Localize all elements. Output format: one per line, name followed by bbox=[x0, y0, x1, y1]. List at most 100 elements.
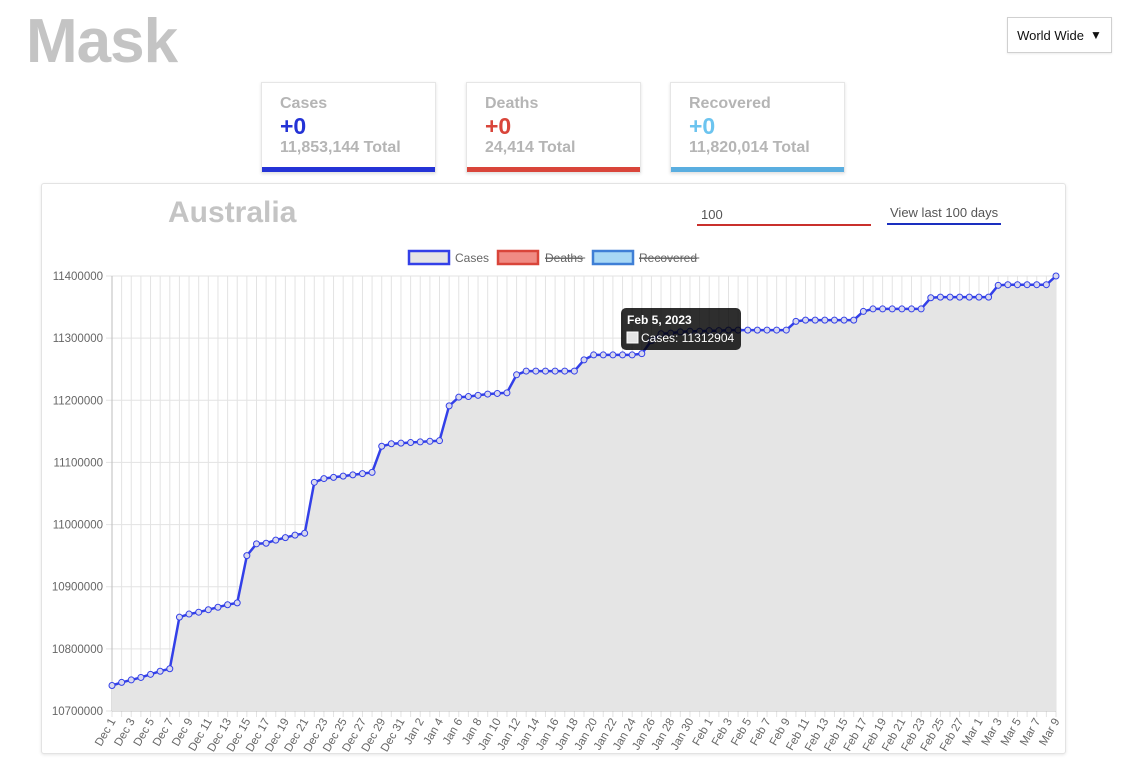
cases-point bbox=[975, 293, 983, 301]
recovered-card[interactable]: Recovered +0 11,820,014 Total bbox=[670, 82, 845, 173]
cases-point bbox=[445, 402, 453, 410]
cases-point bbox=[985, 293, 993, 301]
cases-point bbox=[387, 440, 395, 448]
cases-point bbox=[532, 367, 540, 375]
recovered-delta: +0 bbox=[689, 113, 716, 139]
cases-point bbox=[830, 316, 838, 324]
cases-point bbox=[185, 610, 193, 618]
cases-label: Cases bbox=[280, 95, 328, 112]
deaths-accent-bar bbox=[467, 167, 640, 172]
cases-point bbox=[474, 391, 482, 399]
cases-point bbox=[407, 439, 415, 447]
y-tick-label: 11400000 bbox=[53, 271, 103, 283]
cases-point bbox=[464, 393, 472, 401]
cases-point bbox=[310, 478, 318, 486]
cases-point bbox=[513, 371, 521, 379]
legend-swatch-deaths bbox=[496, 249, 540, 266]
cases-point bbox=[609, 351, 617, 359]
cases-point bbox=[416, 438, 424, 446]
cases-point bbox=[291, 531, 299, 539]
cases-point bbox=[233, 599, 241, 607]
recovered-accent-bar bbox=[671, 167, 844, 172]
y-tick-label: 11000000 bbox=[53, 520, 103, 532]
y-tick-label: 11100000 bbox=[54, 457, 103, 469]
cases-point bbox=[869, 305, 877, 313]
legend-label-cases: Cases bbox=[455, 251, 489, 265]
cases-point bbox=[850, 316, 858, 324]
cases-point bbox=[455, 393, 463, 401]
cases-point bbox=[956, 293, 964, 301]
cases-total: 11,853,144 Total bbox=[280, 139, 401, 156]
cases-point bbox=[522, 367, 530, 375]
cases-point bbox=[214, 603, 222, 611]
cases-point bbox=[811, 316, 819, 324]
chart-tooltip: Feb 5, 2023 Cases: 11312904 bbox=[621, 308, 741, 350]
deaths-card[interactable]: Deaths +0 24,414 Total bbox=[466, 82, 641, 173]
cases-point bbox=[821, 316, 829, 324]
cases-point bbox=[744, 326, 752, 334]
cases-point bbox=[156, 667, 164, 675]
cases-point bbox=[243, 552, 251, 560]
chevron-down-icon: ▼ bbox=[1090, 28, 1102, 42]
deaths-total: 24,414 Total bbox=[485, 139, 576, 156]
cases-point bbox=[590, 351, 598, 359]
y-tick-label: 11300000 bbox=[53, 333, 103, 345]
cases-point bbox=[763, 326, 771, 334]
app-title: Mask bbox=[26, 7, 178, 76]
cases-point bbox=[368, 468, 376, 476]
cases-point bbox=[1052, 272, 1060, 280]
tooltip-swatch bbox=[626, 331, 639, 344]
cases-point bbox=[493, 389, 501, 397]
deaths-label: Deaths bbox=[485, 95, 539, 112]
legend-swatch-cases bbox=[407, 249, 451, 266]
cases-point bbox=[224, 601, 232, 609]
cases-point bbox=[272, 536, 280, 544]
cases-point bbox=[936, 293, 944, 301]
region-select[interactable]: World Wide ▼ bbox=[1007, 17, 1112, 53]
cases-point bbox=[917, 305, 925, 313]
cases-point bbox=[1033, 281, 1041, 289]
cases-point bbox=[320, 475, 328, 483]
cases-point bbox=[888, 305, 896, 313]
cases-accent-bar bbox=[262, 167, 435, 172]
cases-point bbox=[580, 356, 588, 364]
tooltip-value: Cases: 11312904 bbox=[641, 331, 735, 345]
cases-point bbox=[946, 293, 954, 301]
cases-point bbox=[339, 472, 347, 480]
y-tick-label: 10700000 bbox=[52, 706, 103, 718]
legend-swatch-recovered bbox=[591, 249, 635, 266]
cases-point bbox=[541, 367, 549, 375]
cases-point bbox=[773, 326, 781, 334]
cases-point bbox=[358, 470, 366, 478]
cases-point bbox=[397, 439, 405, 447]
cases-point bbox=[859, 307, 867, 315]
cases-point bbox=[349, 471, 357, 479]
cases-point bbox=[166, 665, 174, 673]
x-tick-label: Mar 9 bbox=[1038, 717, 1063, 748]
cases-point bbox=[1023, 281, 1031, 289]
cases-point bbox=[436, 437, 444, 445]
cases-point bbox=[561, 367, 569, 375]
cases-point bbox=[908, 305, 916, 313]
cases-delta: +0 bbox=[280, 113, 307, 139]
cases-point bbox=[965, 293, 973, 301]
cases-chart: 10700000 10800000 10900000 11000000 11100000… bbox=[52, 249, 1063, 754]
cases-point bbox=[879, 305, 887, 313]
tooltip-title: Feb 5, 2023 bbox=[627, 313, 692, 327]
cases-point bbox=[252, 540, 260, 548]
cases-point bbox=[638, 350, 646, 358]
cases-point bbox=[570, 367, 578, 375]
cases-point bbox=[927, 294, 935, 302]
cases-point bbox=[898, 305, 906, 313]
cases-point bbox=[503, 389, 511, 397]
cases-card[interactable]: Cases +0 11,853,144 Total bbox=[261, 82, 436, 173]
cases-point bbox=[628, 351, 636, 359]
cases-point bbox=[262, 539, 270, 547]
cases-point bbox=[551, 367, 559, 375]
cases-point bbox=[1042, 281, 1050, 289]
cases-point bbox=[802, 316, 810, 324]
cases-point bbox=[994, 281, 1002, 289]
y-tick-label: 10800000 bbox=[52, 644, 103, 656]
cases-point bbox=[1013, 281, 1021, 289]
y-tick-label: 11200000 bbox=[53, 395, 103, 407]
